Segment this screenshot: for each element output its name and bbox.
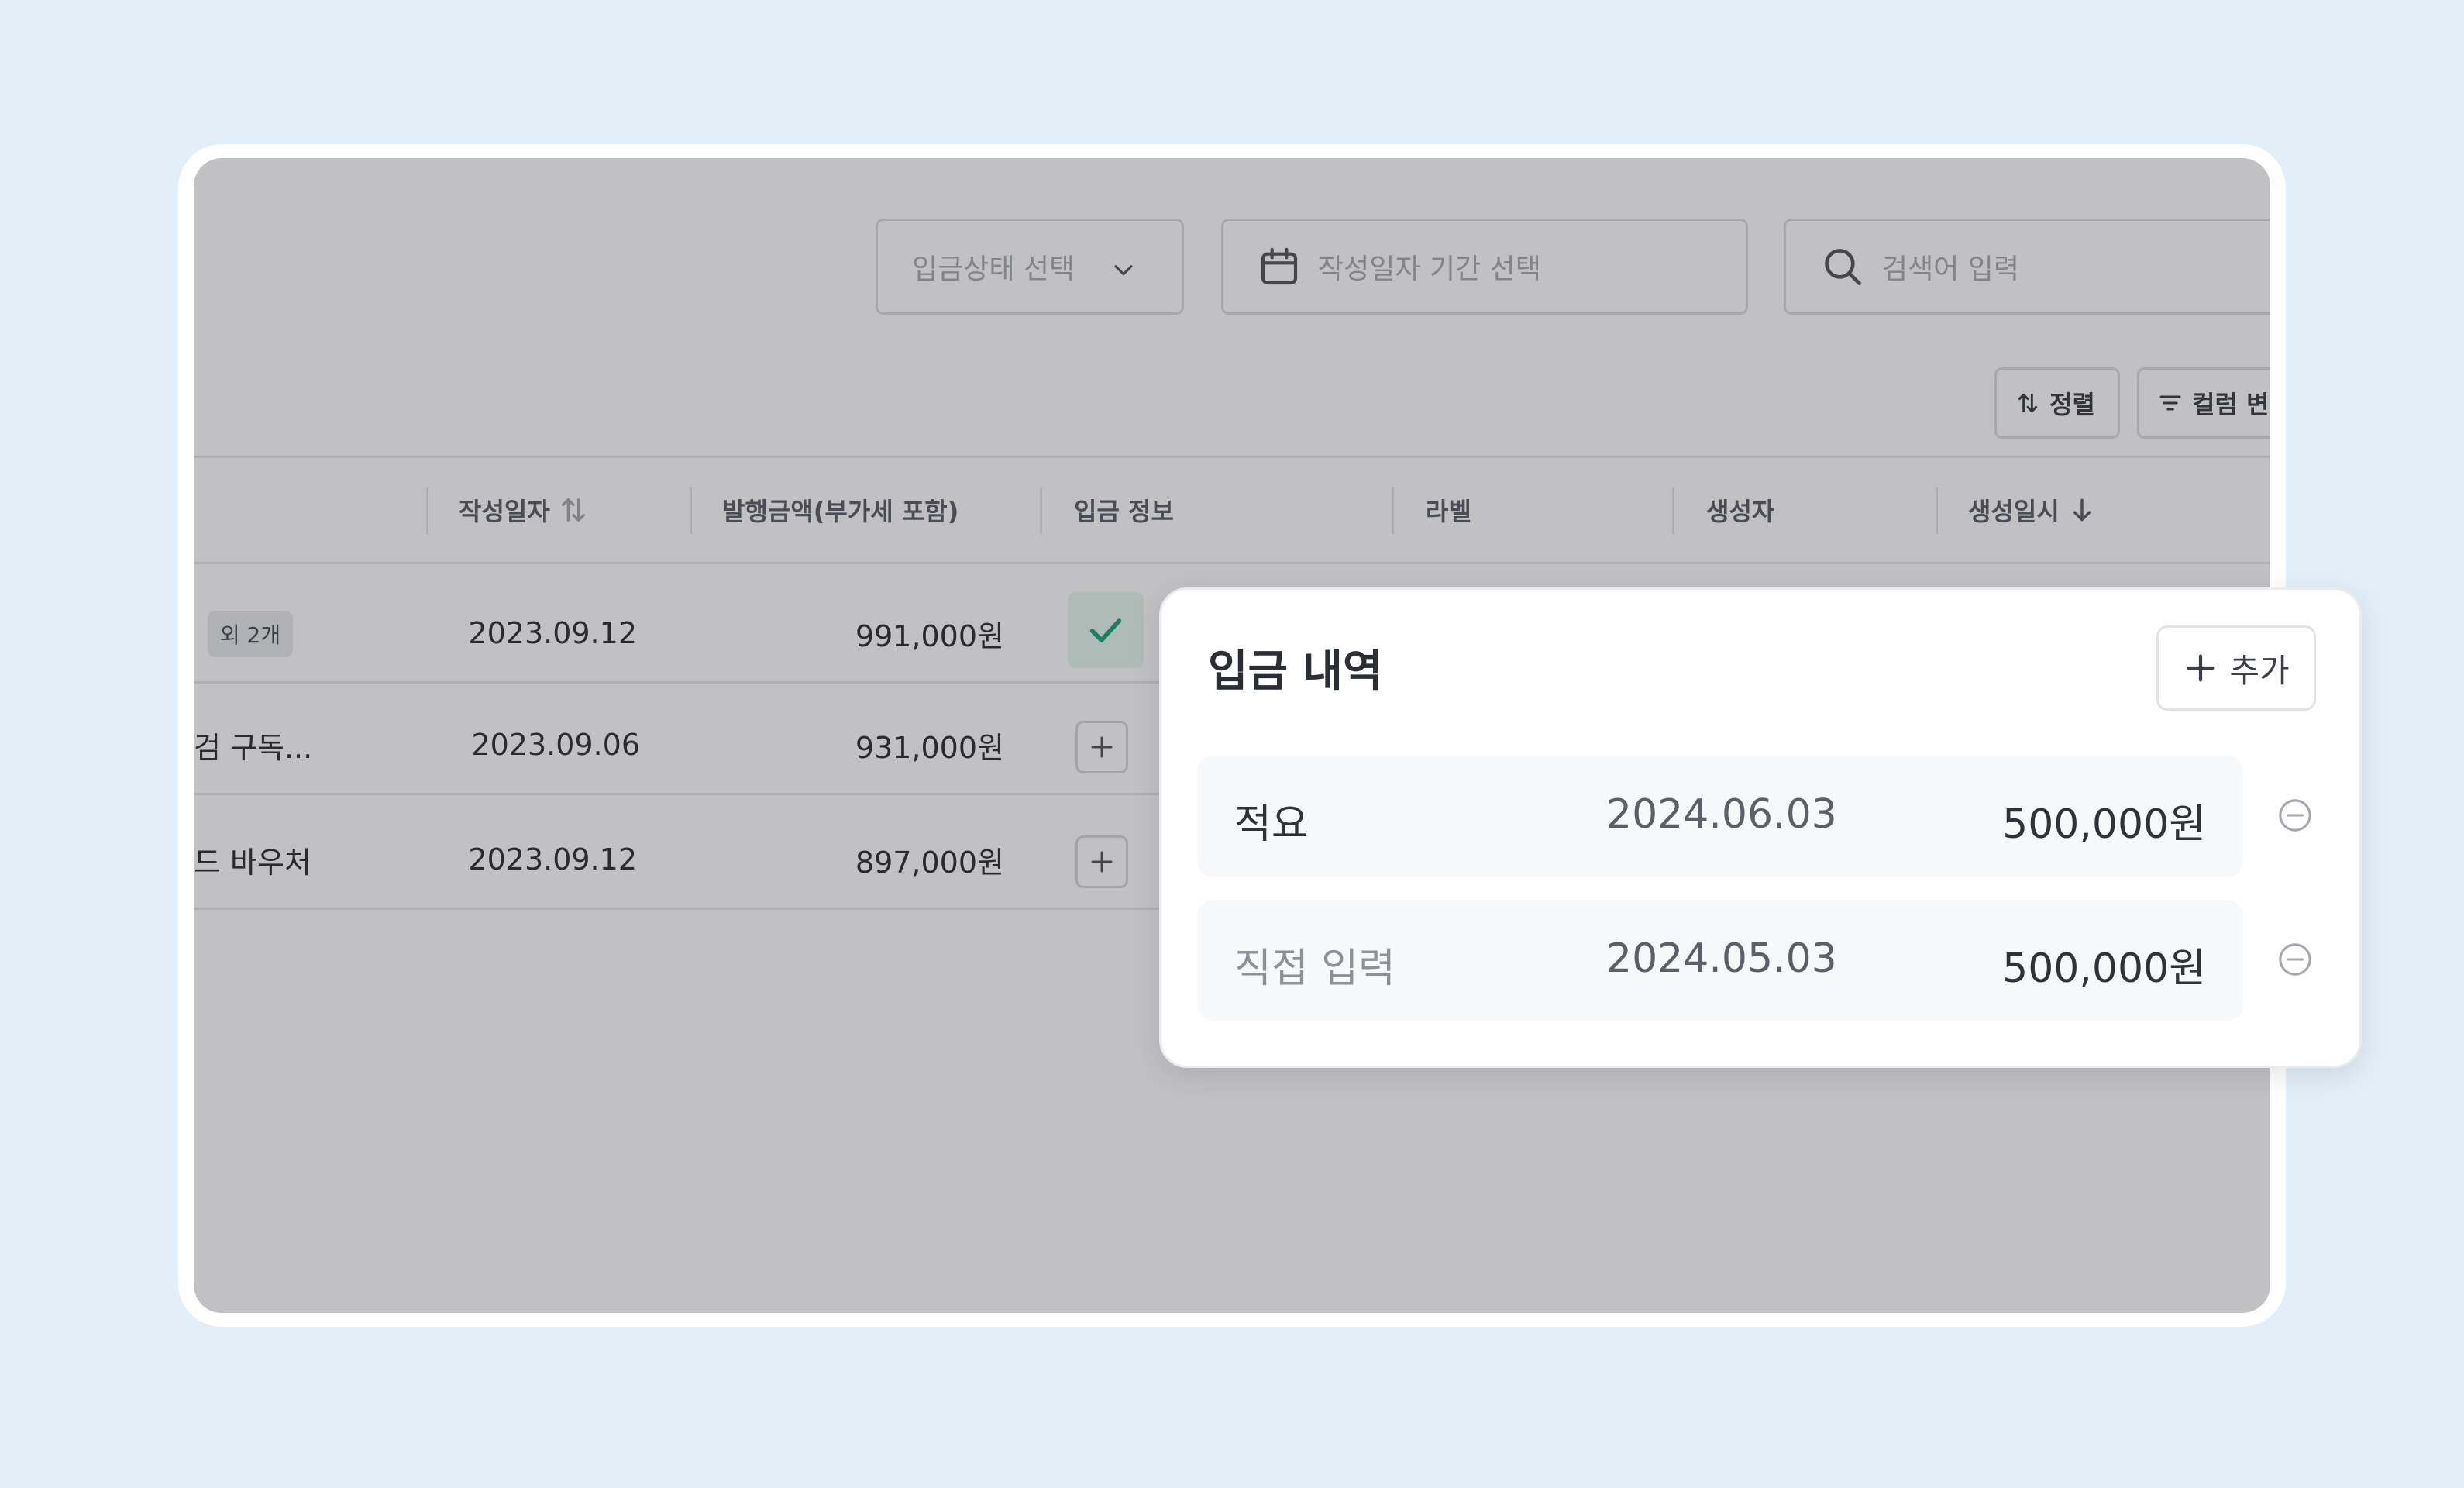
deposit-entry[interactable]: 적요 2024.06.03 500,000원 <box>1197 756 2243 877</box>
filter-icon <box>2159 395 2181 411</box>
arrow-down-icon[interactable] <box>2067 495 2097 525</box>
row-item-name: 드 바우처 <box>194 845 311 880</box>
minus-circle-icon[interactable] <box>2277 942 2313 977</box>
th-deposit-info: 입금 정보 <box>1074 458 1174 562</box>
th-issue-amount-label: 발행금액(부가세 포함) <box>722 497 959 526</box>
column-divider <box>1040 487 1042 534</box>
add-deposit-entry-button[interactable]: 추가 <box>2156 625 2316 711</box>
deposit-history-popover: 입금 내역 추가 적요 2024.06.03 500,000원 직접 입력 20… <box>1159 587 2362 1068</box>
plus-icon <box>2187 654 2215 682</box>
row-issue-amount: 991,000원 <box>855 618 1004 653</box>
column-divider <box>1392 487 1394 534</box>
sort-button[interactable]: 정렬 <box>1994 367 2120 439</box>
add-deposit-button[interactable] <box>1075 835 1128 888</box>
th-written-date[interactable]: 작성일자 <box>459 458 589 562</box>
row-item-name: 검 구독... <box>194 730 313 765</box>
date-range-placeholder: 작성일자 기간 선택 <box>1318 253 1541 285</box>
entry-amount[interactable]: 500,000원 <box>2002 935 2206 994</box>
check-icon <box>1089 618 1122 642</box>
th-label: 라벨 <box>1426 458 1471 562</box>
th-created-at-label: 생성일시 <box>1968 497 2060 526</box>
th-written-date-label: 작성일자 <box>459 497 550 526</box>
sort-icon <box>2018 393 2038 413</box>
th-creator: 생성자 <box>1706 458 1774 562</box>
table-header: 작성일자 발행금액(부가세 포함) 입금 정보 라벨 생성자 생성일시 <box>194 456 2270 564</box>
th-creator-label: 생성자 <box>1706 497 1775 526</box>
entry-date[interactable]: 2024.05.03 <box>1606 935 1837 982</box>
deposit-status-placeholder: 입금상태 선택 <box>912 253 1075 285</box>
deposit-status-select[interactable]: 입금상태 선택 <box>876 219 1184 315</box>
column-divider <box>1672 487 1674 534</box>
popover-title: 입금 내역 <box>1208 646 1383 697</box>
sort-button-label: 정렬 <box>2049 390 2095 419</box>
row-written-date: 2023.09.12 <box>468 616 637 650</box>
add-button-label: 추가 <box>2229 651 2290 690</box>
row-written-date: 2023.09.12 <box>468 842 637 877</box>
entry-date[interactable]: 2024.06.03 <box>1606 791 1837 838</box>
column-divider <box>426 487 428 534</box>
th-deposit-info-label: 입금 정보 <box>1074 497 1174 526</box>
entry-memo-input[interactable]: 직접 입력 <box>1234 935 1395 994</box>
add-deposit-button[interactable] <box>1075 721 1128 773</box>
row-written-date: 2023.09.06 <box>471 728 640 762</box>
column-change-button[interactable]: 컬럼 변경 <box>2137 367 2270 439</box>
column-divider <box>690 487 692 534</box>
search-icon <box>1825 249 1862 286</box>
th-created-at[interactable]: 생성일시 <box>1968 458 2097 562</box>
th-label-label: 라벨 <box>1426 497 1471 526</box>
minus-circle-icon[interactable] <box>2277 797 2313 833</box>
plus-icon <box>1091 851 1113 873</box>
row-issue-amount: 897,000원 <box>855 845 1004 880</box>
deposit-check-button[interactable] <box>1068 592 1144 668</box>
written-date-range-picker[interactable]: 작성일자 기간 선택 <box>1221 219 1748 315</box>
search-input[interactable]: 검색어 입력 <box>1784 219 2270 315</box>
more-items-badge: 외 2개 <box>208 611 293 657</box>
calendar-icon <box>1261 247 1298 285</box>
search-placeholder: 검색어 입력 <box>1882 253 2020 285</box>
entry-memo[interactable]: 적요 <box>1234 791 1309 849</box>
row-issue-amount: 931,000원 <box>855 730 1004 765</box>
sort-both-icon[interactable] <box>558 494 589 525</box>
column-change-label: 컬럼 변경 <box>2192 390 2270 419</box>
chevron-down-icon <box>1114 265 1133 276</box>
entry-amount[interactable]: 500,000원 <box>2002 791 2206 849</box>
th-issue-amount: 발행금액(부가세 포함) <box>722 458 958 562</box>
column-divider <box>1936 487 1938 534</box>
plus-icon <box>1091 736 1113 758</box>
deposit-entry[interactable]: 직접 입력 2024.05.03 500,000원 <box>1197 900 2243 1021</box>
